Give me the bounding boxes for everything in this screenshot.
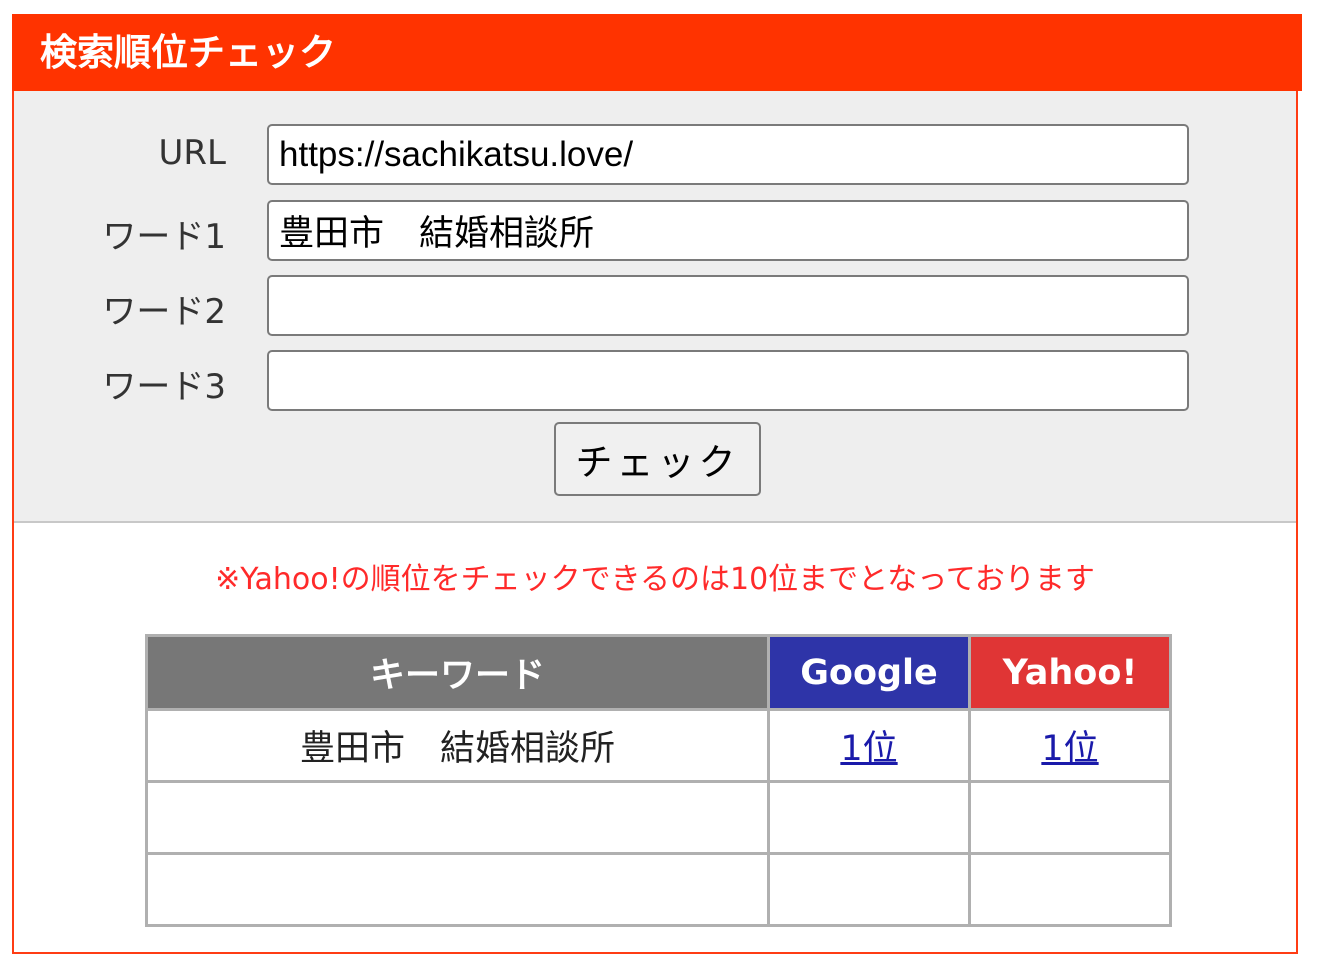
keyword-column-header: キーワード [145, 634, 770, 711]
google-rank-cell: 1位 [767, 708, 971, 783]
keyword-cell [145, 780, 770, 855]
url-input[interactable] [267, 124, 1189, 185]
yahoo-rank-cell: 1位 [968, 708, 1172, 783]
results-table: キーワード Google Yahoo! 豊田市 結婚相談所 1位 1位 [145, 634, 1172, 927]
yahoo-rank-cell [968, 852, 1172, 927]
word2-label: ワード2 [102, 292, 226, 332]
word1-input[interactable] [267, 200, 1189, 261]
results-header-row: キーワード Google Yahoo! [145, 634, 1172, 711]
yahoo-column-header: Yahoo! [968, 634, 1172, 711]
widget-title: 検索順位チェック [12, 14, 1302, 91]
yahoo-rank-cell [968, 780, 1172, 855]
rank-check-widget: 検索順位チェック URL ワード1 ワード2 ワード3 チェック ※Yahoo!… [12, 14, 1302, 954]
google-column-header: Google [767, 634, 971, 711]
search-form: URL ワード1 ワード2 ワード3 チェック [14, 91, 1296, 523]
keyword-cell: 豊田市 結婚相談所 [145, 708, 770, 783]
google-rank-cell [767, 852, 971, 927]
word2-input[interactable] [267, 275, 1189, 336]
table-row [145, 852, 1172, 927]
table-row [145, 780, 1172, 855]
word3-input[interactable] [267, 350, 1189, 411]
google-rank-link[interactable]: 1位 [840, 729, 897, 769]
table-row: 豊田市 結婚相談所 1位 1位 [145, 708, 1172, 783]
word1-label: ワード1 [102, 217, 226, 257]
word3-label: ワード3 [102, 367, 226, 407]
check-button[interactable]: チェック [554, 422, 761, 496]
yahoo-rank-link[interactable]: 1位 [1041, 729, 1098, 769]
google-rank-cell [767, 780, 971, 855]
url-label: URL [158, 133, 226, 173]
yahoo-limit-notice: ※Yahoo!の順位をチェックできるのは10位までとなっております [215, 562, 1095, 597]
keyword-cell [145, 852, 770, 927]
